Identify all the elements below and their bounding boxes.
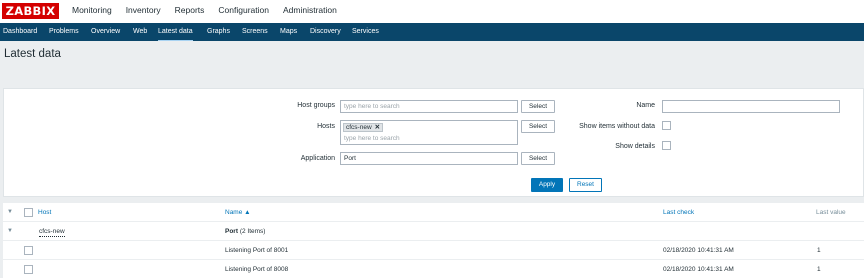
show-details-checkbox[interactable] — [662, 141, 671, 150]
host-tag[interactable]: cfcs-new ✕ — [343, 123, 384, 132]
item-name: Listening Port of 8008 — [225, 266, 289, 273]
subnav-overview[interactable]: Overview — [91, 23, 120, 41]
menu-reports[interactable]: Reports — [175, 0, 205, 23]
apply-button[interactable]: Apply — [531, 178, 563, 192]
subnav-maps[interactable]: Maps — [280, 23, 297, 41]
item-name: Listening Port of 8001 — [225, 247, 289, 254]
subnav-screens[interactable]: Screens — [242, 23, 268, 41]
menu-administration[interactable]: Administration — [283, 0, 337, 23]
collapse-all-icon[interactable]: ▼ — [7, 203, 13, 222]
item-last-check: 02/18/2020 10:41:31 AM — [663, 266, 734, 273]
filter-panel: Host groups type here to search Select H… — [3, 88, 864, 197]
hosts-input[interactable]: cfcs-new ✕ type here to search — [340, 120, 518, 145]
subnav-discovery[interactable]: Discovery — [310, 23, 341, 41]
table-row: Listening Port of 8008 02/18/2020 10:41:… — [3, 260, 864, 278]
host-column-header[interactable]: Host — [38, 203, 51, 222]
application-select-button[interactable]: Select — [521, 152, 555, 165]
title-band — [0, 41, 864, 66]
menu-configuration[interactable]: Configuration — [218, 0, 269, 23]
menu-inventory[interactable]: Inventory — [126, 0, 161, 23]
group-host-name[interactable]: cfcs-new — [39, 222, 65, 241]
subnav-latest-data[interactable]: Latest data — [158, 23, 193, 42]
menu-monitoring[interactable]: Monitoring — [72, 0, 112, 23]
subnav-graphs[interactable]: Graphs — [207, 23, 230, 41]
subnav-problems[interactable]: Problems — [49, 23, 79, 41]
subnav-dashboard[interactable]: Dashboard — [3, 23, 37, 41]
host-groups-input[interactable]: type here to search — [340, 100, 518, 113]
hosts-select-button[interactable]: Select — [521, 120, 555, 133]
host-groups-label: Host groups — [297, 102, 335, 109]
last-value-column-header: Last value — [816, 209, 846, 216]
subnav-web[interactable]: Web — [133, 23, 147, 41]
reset-button[interactable]: Reset — [569, 178, 602, 192]
application-label: Application — [300, 155, 335, 162]
main-menu: Monitoring Inventory Reports Configurati… — [72, 0, 351, 23]
show-without-data-checkbox[interactable] — [662, 121, 671, 130]
item-last-value: 1 — [817, 247, 821, 254]
zabbix-logo[interactable]: ZABBIX — [2, 3, 59, 19]
latest-data-table: ▼ Host Name ▲ Last check Last value ▼ cf… — [3, 203, 864, 278]
remove-tag-icon[interactable]: ✕ — [375, 124, 380, 131]
application-input[interactable]: Port — [340, 152, 518, 165]
select-all-checkbox[interactable] — [24, 208, 33, 217]
item-last-check: 02/18/2020 10:41:31 AM — [663, 247, 734, 254]
row-checkbox[interactable] — [24, 246, 33, 255]
group-application: Port (2 Items) — [225, 228, 266, 235]
table-row: Listening Port of 8001 02/18/2020 10:41:… — [3, 241, 864, 260]
top-bar: ZABBIX Monitoring Inventory Reports Conf… — [0, 0, 864, 23]
show-without-data-label: Show items without data — [579, 123, 655, 130]
show-details-label: Show details — [615, 143, 655, 150]
sub-nav: Dashboard Problems Overview Web Latest d… — [0, 23, 864, 42]
item-last-value: 1 — [817, 266, 821, 273]
page-title: Latest data — [4, 48, 61, 60]
host-groups-select-button[interactable]: Select — [521, 100, 555, 113]
hosts-label: Hosts — [317, 123, 335, 130]
name-column-header[interactable]: Name ▲ — [225, 203, 251, 222]
table-header: ▼ Host Name ▲ Last check Last value — [3, 203, 864, 222]
last-check-column-header[interactable]: Last check — [663, 203, 694, 222]
name-label: Name — [636, 102, 655, 109]
subnav-services[interactable]: Services — [352, 23, 379, 41]
application-group-row: ▼ cfcs-new Port (2 Items) — [3, 222, 864, 241]
row-checkbox[interactable] — [24, 265, 33, 274]
name-input[interactable] — [662, 100, 840, 113]
collapse-group-icon[interactable]: ▼ — [7, 222, 13, 241]
